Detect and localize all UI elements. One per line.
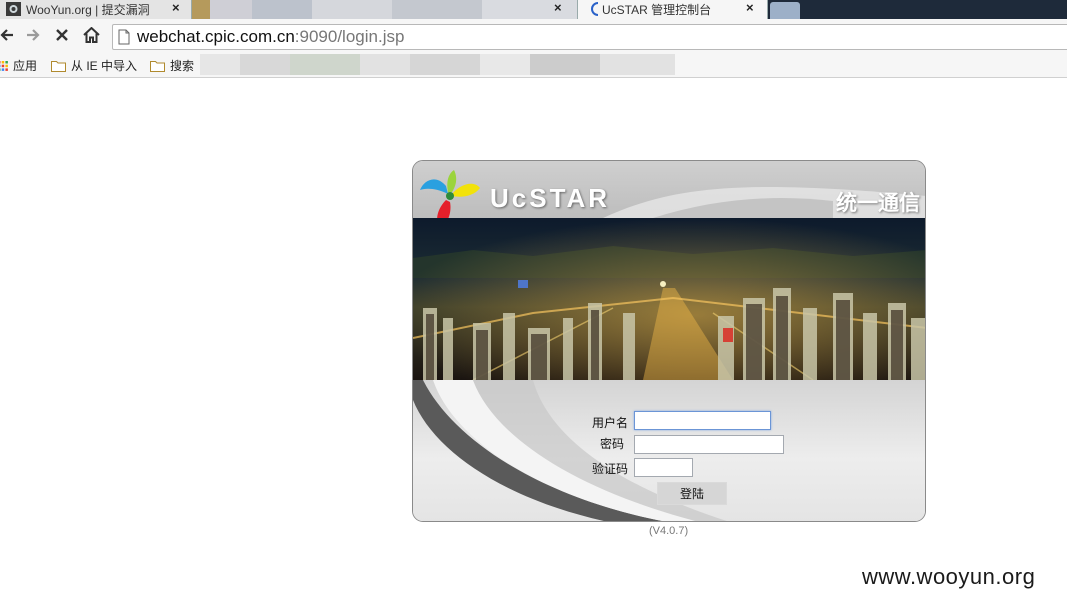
bookmark-apps[interactable]: 应用 — [0, 57, 37, 74]
apps-grid-icon — [0, 60, 8, 71]
url-text: webchat.cpic.com.cn:9090/login.jsp — [137, 27, 404, 47]
stop-button[interactable] — [51, 23, 73, 47]
close-tab-icon[interactable]: × — [746, 0, 754, 15]
tab-title: UcSTAR 管理控制台 — [602, 3, 712, 17]
bookmark-search[interactable]: 搜索 — [150, 57, 194, 74]
city-skyline-image — [413, 218, 925, 380]
redacted-bookmarks — [200, 54, 675, 75]
tab-redacted[interactable]: × — [192, 0, 578, 19]
tab-title: WooYun.org | 提交漏洞 — [26, 3, 150, 17]
bookmark-label: 从 IE 中导入 — [71, 59, 138, 73]
tab-ucstar[interactable]: UcSTAR 管理控制台 × — [578, 0, 768, 19]
close-tab-icon[interactable]: × — [554, 0, 562, 15]
captcha-label: 验证码 — [592, 462, 629, 476]
close-tab-icon[interactable]: × — [172, 0, 180, 15]
url-path: :9090/login.jsp — [294, 27, 405, 46]
username-input[interactable] — [634, 411, 771, 430]
bookmark-label: 应用 — [13, 59, 38, 73]
wooyun-favicon-icon — [6, 2, 21, 16]
home-button[interactable] — [80, 23, 102, 47]
login-panel: UcSTAR 统一通信 用户名 密码 验证码 登陆 — [412, 160, 926, 522]
tab-wooyun[interactable]: WooYun.org | 提交漏洞 × — [0, 0, 192, 19]
folder-icon — [150, 60, 165, 72]
forward-arrow-icon — [27, 29, 40, 41]
stop-x-icon — [56, 29, 68, 41]
url-host: webchat.cpic.com.cn — [137, 27, 295, 46]
loading-spinner-icon — [591, 2, 599, 16]
login-button[interactable]: 登陆 — [657, 482, 727, 505]
city-night-banner — [413, 218, 925, 380]
new-tab-button[interactable] — [770, 2, 800, 19]
brand-name: UcSTAR — [490, 183, 611, 213]
watermark-text: www.wooyun.org — [862, 564, 1036, 589]
address-bar[interactable]: webchat.cpic.com.cn:9090/login.jsp — [112, 24, 1067, 50]
bookmarks-bar: 应用 从 IE 中导入 搜索 — [0, 51, 1067, 78]
username-label: 用户名 — [592, 416, 629, 430]
tab-strip: WooYun.org | 提交漏洞 × × UcSTAR 管理控制台 × — [0, 0, 1067, 19]
forward-button[interactable] — [22, 23, 44, 47]
captcha-input[interactable] — [634, 458, 693, 477]
login-form: 用户名 密码 验证码 登陆 — [413, 380, 925, 521]
version-text: (V4.0.7) — [649, 525, 689, 537]
back-arrow-icon — [0, 29, 13, 41]
home-icon — [82, 27, 100, 43]
panel-header: UcSTAR 统一通信 — [413, 161, 925, 228]
folder-icon — [51, 60, 66, 72]
bookmark-import-ie[interactable]: 从 IE 中导入 — [51, 57, 137, 74]
back-button[interactable] — [0, 23, 18, 47]
page-icon — [118, 29, 130, 45]
password-label: 密码 — [600, 437, 625, 451]
bookmark-label: 搜索 — [170, 59, 195, 73]
brand-slogan: 统一通信 — [836, 192, 920, 215]
password-input[interactable] — [634, 435, 784, 454]
